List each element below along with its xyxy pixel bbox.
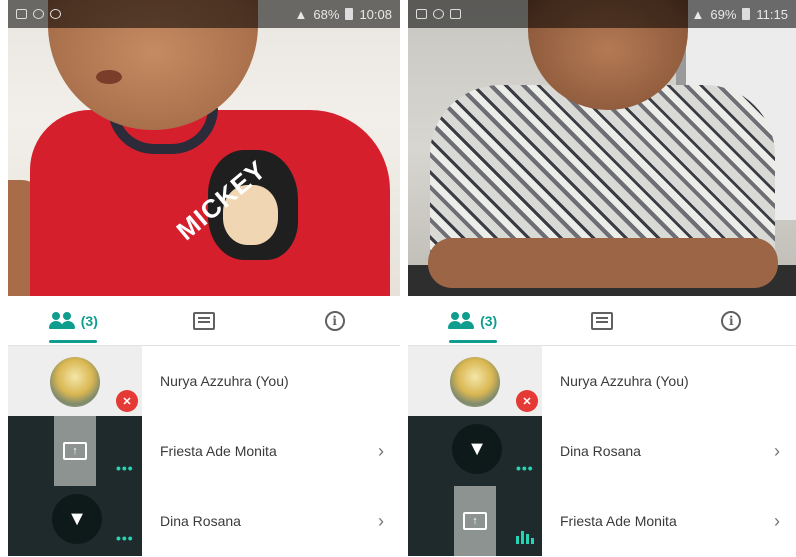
participants-count: (3) (480, 312, 498, 329)
audio-level-icon (516, 530, 534, 544)
tab-bar: (3) i (8, 296, 400, 346)
gallery-icon (450, 9, 461, 19)
app-icon (50, 9, 61, 19)
video-feed[interactable]: MICKEY ▲ 68% 10:08 (8, 0, 400, 296)
participant-list: ✕ Nurya Azzuhra (You) ↑ ••• Friesta Ade … (8, 346, 400, 557)
notification-icon (16, 9, 27, 19)
more-dots-icon[interactable]: ••• (116, 460, 134, 476)
tab-participants[interactable]: (3) (8, 296, 139, 345)
participant-name: Friesta Ade Monita (160, 443, 277, 459)
participant-name: Dina Rosana (160, 513, 241, 529)
chevron-right-icon[interactable]: › (378, 416, 384, 486)
tab-info[interactable]: i (667, 296, 796, 345)
participant-thumb: ▼ ••• (8, 486, 142, 556)
people-icon (448, 311, 475, 330)
participant-thumb: ✕ (8, 346, 142, 416)
video-person-mouth (96, 70, 122, 84)
people-icon (48, 311, 75, 330)
participant-row[interactable]: ✕ Nurya Azzuhra (You) (8, 346, 400, 416)
screen-share-tile: ↑ (454, 486, 496, 556)
participant-row[interactable]: ↑ ••• Friesta Ade Monita › (8, 416, 400, 486)
screen-share-tile: ↑ (54, 416, 96, 486)
tab-chat[interactable] (139, 296, 270, 345)
chat-bubble-icon (433, 9, 444, 19)
panel-divider (400, 0, 408, 557)
status-bar: ▲ 68% 10:08 (8, 0, 400, 28)
chevron-right-icon[interactable]: › (774, 416, 780, 486)
present-screen-icon: ↑ (63, 442, 87, 460)
mic-off-icon: ✕ (516, 390, 538, 412)
pin-icon: ▼ (452, 424, 502, 474)
info-icon: i (324, 310, 345, 331)
tab-info[interactable]: i (269, 296, 400, 345)
avatar (50, 357, 100, 407)
screenshot-panel-left: MICKEY ▲ 68% 10:08 (3) i ✕ Nurya Azzuhra… (8, 0, 400, 557)
participant-name: Nurya Azzuhra (You) (160, 373, 289, 389)
chevron-right-icon[interactable]: › (774, 486, 780, 556)
present-screen-icon: ↑ (463, 512, 487, 530)
participant-name: Nurya Azzuhra (You) (560, 373, 689, 389)
tab-chat[interactable] (537, 296, 666, 345)
chat-icon (193, 311, 215, 330)
participant-thumb: ↑ ••• (8, 416, 142, 486)
screenshot-panel-right: ▲ 69% 11:15 (3) i ✕ Nurya Azzuhra (You) … (408, 0, 796, 557)
pin-icon: ▼ (52, 494, 102, 544)
tab-bar: (3) i (408, 296, 796, 346)
participant-row[interactable]: ▼ ••• Dina Rosana › (408, 416, 796, 486)
participant-thumb: ▼ ••• (408, 416, 542, 486)
mic-off-icon: ✕ (116, 390, 138, 412)
clock: 11:15 (756, 6, 788, 22)
participants-count: (3) (80, 312, 98, 329)
participant-name: Dina Rosana (560, 443, 641, 459)
battery-icon (345, 8, 354, 20)
video-person-arms (428, 238, 778, 288)
signal-icon: ▲ (691, 6, 705, 22)
chat-bubble-icon (33, 9, 44, 19)
participant-name: Friesta Ade Monita (560, 513, 677, 529)
battery-percent: 69% (710, 6, 737, 22)
tab-participants[interactable]: (3) (408, 296, 537, 345)
avatar (450, 357, 500, 407)
participant-row[interactable]: ↑ Friesta Ade Monita › (408, 486, 796, 556)
signal-icon: ▲ (294, 6, 308, 22)
notification-icon (416, 9, 427, 19)
chevron-right-icon[interactable]: › (378, 486, 384, 556)
more-dots-icon[interactable]: ••• (516, 460, 534, 476)
participant-row[interactable]: ✕ Nurya Azzuhra (You) (408, 346, 796, 416)
battery-icon (742, 8, 751, 20)
chat-icon (590, 311, 613, 330)
status-bar: ▲ 69% 11:15 (408, 0, 796, 28)
participant-list: ✕ Nurya Azzuhra (You) ▼ ••• Dina Rosana … (408, 346, 796, 557)
participant-thumb: ✕ (408, 346, 542, 416)
participant-thumb: ↑ (408, 486, 542, 556)
participant-row[interactable]: ▼ ••• Dina Rosana › (8, 486, 400, 556)
more-dots-icon[interactable]: ••• (116, 530, 134, 546)
video-feed[interactable]: ▲ 69% 11:15 (408, 0, 796, 296)
battery-percent: 68% (313, 6, 340, 22)
clock: 10:08 (359, 6, 392, 22)
info-icon: i (721, 310, 742, 331)
